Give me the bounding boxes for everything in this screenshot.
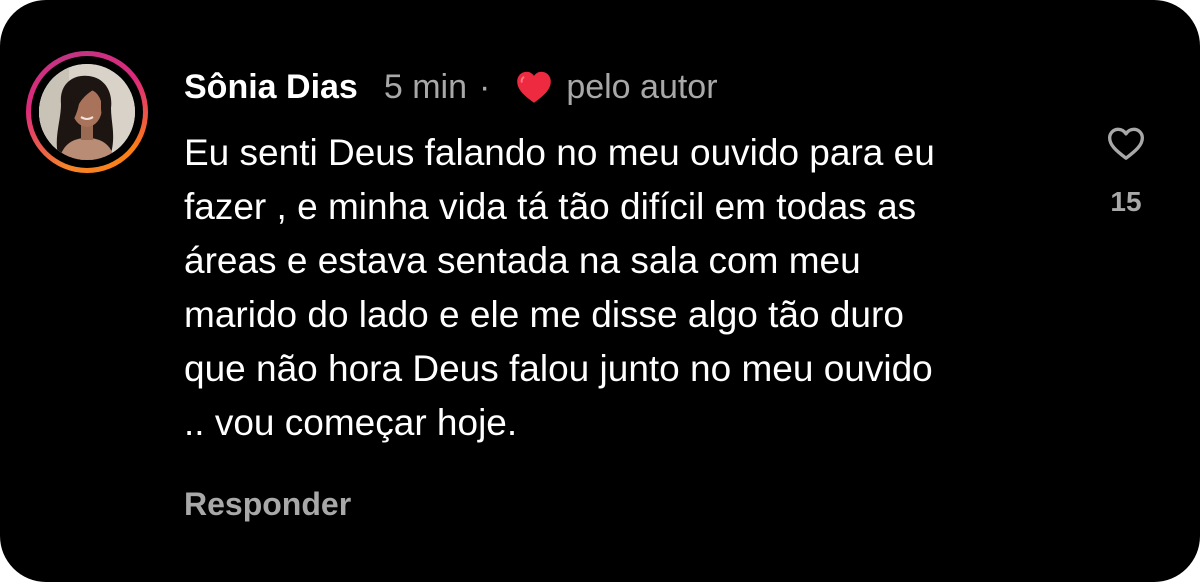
red-heart-icon <box>516 70 552 104</box>
separator-dot: · <box>478 67 491 106</box>
avatar-story-ring[interactable] <box>26 51 148 173</box>
author-name[interactable]: Sônia Dias <box>184 68 358 107</box>
comment-header: Sônia Dias 5 min · pelo autor <box>184 62 718 112</box>
comment-text: Eu senti Deus falando no meu ouvido para… <box>184 132 935 443</box>
like-section: 15 <box>1098 124 1154 218</box>
comment-time: 5 min <box>383 67 467 106</box>
comment-card: Sônia Dias 5 min · pelo autor Eu senti D… <box>0 0 1200 582</box>
reply-button[interactable]: Responder <box>184 486 351 523</box>
liked-by-author-label: pelo autor <box>566 67 718 106</box>
avatar <box>39 64 135 160</box>
avatar-photo <box>39 64 135 160</box>
like-count: 15 <box>1110 186 1142 217</box>
heart-outline-icon[interactable] <box>1106 124 1146 164</box>
